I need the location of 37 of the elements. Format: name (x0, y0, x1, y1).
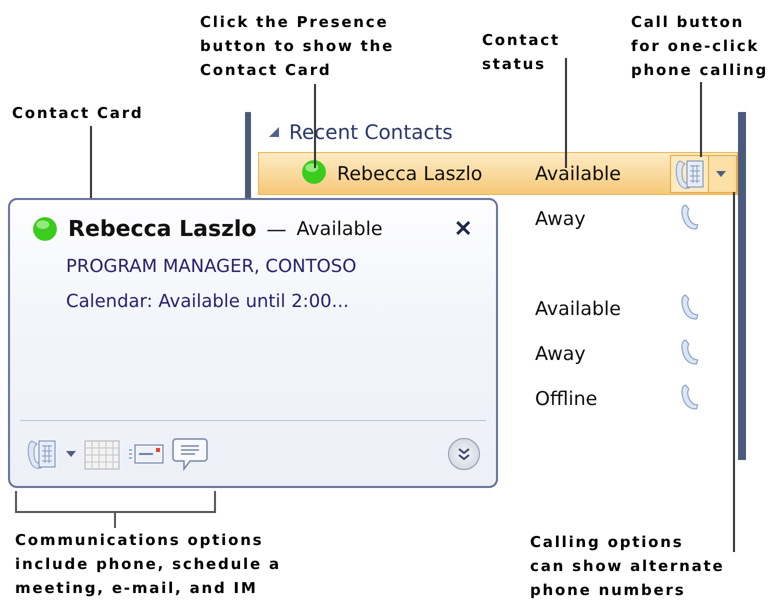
phone-icon[interactable] (680, 202, 700, 230)
callout-text: Contact status (482, 30, 560, 75)
contact-row[interactable]: Rebecca Laszlo Available (258, 152, 738, 195)
callout-text: Communications options include phone, schedule a meeting, e-mail, and IM (15, 530, 281, 599)
schedule-meeting-button[interactable] (84, 438, 120, 470)
calendar-info: Calendar: Available until 2:00... (66, 291, 350, 312)
callout-text: Calling options can show alternate phone numbers (530, 532, 724, 600)
contact-status: Away (535, 208, 587, 230)
callout-text: Call button for one-click phone calling (630, 12, 768, 81)
phone-icon[interactable] (680, 292, 700, 320)
phone-icon[interactable] (680, 382, 700, 410)
close-button[interactable]: ✕ (448, 216, 478, 242)
job-title: PROGRAM MANAGER, CONTOSO (66, 256, 358, 277)
chevron-down-icon (457, 446, 471, 460)
calendar-icon (84, 438, 120, 470)
instant-message-button[interactable] (172, 436, 208, 470)
caret-icon[interactable] (66, 450, 76, 456)
presence-icon[interactable] (301, 158, 327, 184)
card-status: Available (296, 218, 383, 240)
card-contact-name: Rebecca Laszlo (68, 216, 257, 242)
callout-text: Contact Card (12, 103, 144, 124)
calling-options-button[interactable] (709, 156, 733, 192)
callout-text: Click the Presence button to show the Contact Card (200, 12, 394, 81)
phone-icon[interactable] (680, 338, 700, 366)
contact-status: Offline (535, 388, 598, 410)
contact-status: Available (535, 298, 622, 320)
envelope-icon (128, 442, 164, 466)
caret-icon[interactable] (716, 170, 726, 176)
contact-status: Available (535, 162, 622, 184)
dash-separator: — (266, 217, 287, 241)
contact-status: Away (535, 342, 587, 364)
email-button[interactable] (128, 442, 164, 466)
speech-bubble-icon (172, 436, 208, 470)
expand-triangle-icon[interactable] (269, 127, 279, 137)
contact-name: Rebecca Laszlo (337, 162, 482, 184)
expand-button[interactable] (448, 438, 480, 470)
leader-line (90, 126, 92, 198)
